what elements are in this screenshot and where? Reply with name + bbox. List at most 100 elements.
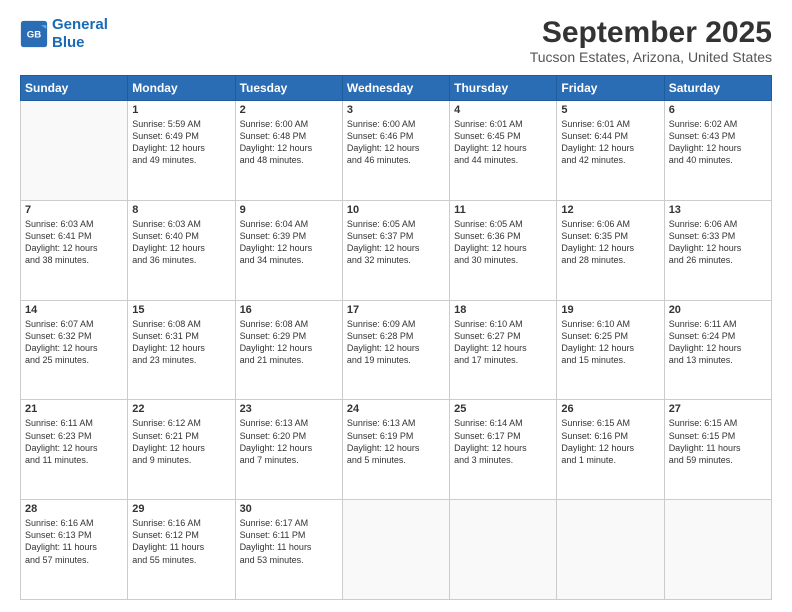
day-number: 15	[132, 304, 230, 316]
day-number: 6	[669, 104, 767, 116]
weekday-header-wednesday: Wednesday	[342, 76, 449, 101]
day-info: Sunrise: 6:00 AMSunset: 6:46 PMDaylight:…	[347, 118, 445, 167]
weekday-header-monday: Monday	[128, 76, 235, 101]
day-number: 10	[347, 204, 445, 216]
day-info: Sunrise: 6:07 AMSunset: 6:32 PMDaylight:…	[25, 318, 123, 367]
day-number: 13	[669, 204, 767, 216]
calendar-cell: 14 Sunrise: 6:07 AMSunset: 6:32 PMDayligh…	[21, 300, 128, 400]
calendar-cell: 27Sunrise: 6:15 AMSunset: 6:15 PMDayligh…	[664, 400, 771, 500]
day-info: Sunrise: 6:08 AMSunset: 6:29 PMDaylight:…	[240, 318, 338, 367]
day-number: 22	[132, 403, 230, 415]
day-info: Sunrise: 6:15 AMSunset: 6:15 PMDaylight:…	[669, 417, 767, 466]
day-info: Sunrise: 6:09 AMSunset: 6:28 PMDaylight:…	[347, 318, 445, 367]
calendar-cell	[342, 500, 449, 600]
header: GB General Blue September 2025 Tucson Es…	[20, 16, 772, 65]
calendar-cell: 3 Sunrise: 6:00 AMSunset: 6:46 PMDaylight…	[342, 101, 449, 201]
day-number: 7	[25, 204, 123, 216]
day-info: Sunrise: 6:03 AMSunset: 6:40 PMDaylight:…	[132, 218, 230, 267]
day-number: 19	[561, 304, 659, 316]
day-info: Sunrise: 6:00 AMSunset: 6:48 PMDaylight:…	[240, 118, 338, 167]
day-info: Sunrise: 6:12 AMSunset: 6:21 PMDaylight:…	[132, 417, 230, 466]
day-info: Sunrise: 6:05 AMSunset: 6:37 PMDaylight:…	[347, 218, 445, 267]
day-number: 5	[561, 104, 659, 116]
logo-text: General Blue	[52, 16, 108, 52]
calendar-cell: 25 Sunrise: 6:14 AMSunset: 6:17 PMDayligh…	[450, 400, 557, 500]
calendar-cell: 15 Sunrise: 6:08 AMSunset: 6:31 PMDayligh…	[128, 300, 235, 400]
calendar-cell: 8Sunrise: 6:03 AMSunset: 6:40 PMDaylight…	[128, 200, 235, 300]
calendar-header: SundayMondayTuesdayWednesdayThursdayFrid…	[21, 76, 772, 101]
calendar-cell	[557, 500, 664, 600]
day-number: 29	[132, 503, 230, 515]
calendar-cell: 10 Sunrise: 6:05 AMSunset: 6:37 PMDayligh…	[342, 200, 449, 300]
week-row: 21 Sunrise: 6:11 AMSunset: 6:23 PMDayligh…	[21, 400, 772, 500]
day-number: 20	[669, 304, 767, 316]
day-info: Sunrise: 6:11 AMSunset: 6:23 PMDaylight:…	[25, 417, 123, 466]
calendar-cell: 29Sunrise: 6:16 AMSunset: 6:12 PMDayligh…	[128, 500, 235, 600]
weekday-row: SundayMondayTuesdayWednesdayThursdayFrid…	[21, 76, 772, 101]
weekday-header-tuesday: Tuesday	[235, 76, 342, 101]
day-number: 26	[561, 403, 659, 415]
day-number: 12	[561, 204, 659, 216]
logo-line1: General	[52, 16, 108, 33]
day-info: Sunrise: 6:13 AMSunset: 6:19 PMDaylight:…	[347, 417, 445, 466]
day-number: 1	[132, 104, 230, 116]
day-info: Sunrise: 6:03 AMSunset: 6:41 PMDaylight:…	[25, 218, 123, 267]
calendar-cell: 2 Sunrise: 6:00 AMSunset: 6:48 PMDaylight…	[235, 101, 342, 201]
calendar-cell	[21, 101, 128, 201]
day-info: Sunrise: 6:06 AMSunset: 6:35 PMDaylight:…	[561, 218, 659, 267]
calendar-cell: 22 Sunrise: 6:12 AMSunset: 6:21 PMDayligh…	[128, 400, 235, 500]
calendar-cell: 23 Sunrise: 6:13 AMSunset: 6:20 PMDayligh…	[235, 400, 342, 500]
calendar-cell: 16 Sunrise: 6:08 AMSunset: 6:29 PMDayligh…	[235, 300, 342, 400]
day-info: Sunrise: 6:01 AMSunset: 6:45 PMDaylight:…	[454, 118, 552, 167]
day-number: 21	[25, 403, 123, 415]
weekday-header-friday: Friday	[557, 76, 664, 101]
day-number: 14	[25, 304, 123, 316]
day-number: 11	[454, 204, 552, 216]
calendar-cell	[664, 500, 771, 600]
svg-text:GB: GB	[27, 30, 41, 41]
weekday-header-sunday: Sunday	[21, 76, 128, 101]
logo-line2: Blue	[52, 34, 85, 51]
calendar-body: 1 Sunrise: 5:59 AMSunset: 6:49 PMDaylight…	[21, 101, 772, 600]
calendar-cell: 4 Sunrise: 6:01 AMSunset: 6:45 PMDaylight…	[450, 101, 557, 201]
calendar-cell: 30 Sunrise: 6:17 AMSunset: 6:11 PMDayligh…	[235, 500, 342, 600]
page: GB General Blue September 2025 Tucson Es…	[0, 0, 792, 612]
day-number: 18	[454, 304, 552, 316]
calendar-cell: 18Sunrise: 6:10 AMSunset: 6:27 PMDayligh…	[450, 300, 557, 400]
calendar-cell: 1 Sunrise: 5:59 AMSunset: 6:49 PMDaylight…	[128, 101, 235, 201]
day-number: 4	[454, 104, 552, 116]
day-info: Sunrise: 6:05 AMSunset: 6:36 PMDaylight:…	[454, 218, 552, 267]
day-number: 9	[240, 204, 338, 216]
day-info: Sunrise: 6:08 AMSunset: 6:31 PMDaylight:…	[132, 318, 230, 367]
day-number: 30	[240, 503, 338, 515]
day-info: Sunrise: 6:16 AMSunset: 6:13 PMDaylight:…	[25, 517, 123, 566]
day-info: Sunrise: 6:14 AMSunset: 6:17 PMDaylight:…	[454, 417, 552, 466]
day-number: 23	[240, 403, 338, 415]
calendar-cell: 9 Sunrise: 6:04 AMSunset: 6:39 PMDaylight…	[235, 200, 342, 300]
month-title: September 2025	[530, 16, 772, 49]
day-info: Sunrise: 6:13 AMSunset: 6:20 PMDaylight:…	[240, 417, 338, 466]
day-info: Sunrise: 6:10 AMSunset: 6:25 PMDaylight:…	[561, 318, 659, 367]
day-number: 3	[347, 104, 445, 116]
week-row: 1 Sunrise: 5:59 AMSunset: 6:49 PMDaylight…	[21, 101, 772, 201]
day-number: 16	[240, 304, 338, 316]
calendar-cell: 28 Sunrise: 6:16 AMSunset: 6:13 PMDayligh…	[21, 500, 128, 600]
calendar-cell: 19 Sunrise: 6:10 AMSunset: 6:25 PMDayligh…	[557, 300, 664, 400]
day-info: Sunrise: 6:04 AMSunset: 6:39 PMDaylight:…	[240, 218, 338, 267]
day-info: Sunrise: 5:59 AMSunset: 6:49 PMDaylight:…	[132, 118, 230, 167]
title-area: September 2025 Tucson Estates, Arizona, …	[530, 16, 772, 65]
day-number: 28	[25, 503, 123, 515]
calendar-cell: 11 Sunrise: 6:05 AMSunset: 6:36 PMDayligh…	[450, 200, 557, 300]
calendar-cell: 21 Sunrise: 6:11 AMSunset: 6:23 PMDayligh…	[21, 400, 128, 500]
day-info: Sunrise: 6:15 AMSunset: 6:16 PMDaylight:…	[561, 417, 659, 466]
day-info: Sunrise: 6:06 AMSunset: 6:33 PMDaylight:…	[669, 218, 767, 267]
week-row: 7 Sunrise: 6:03 AMSunset: 6:41 PMDaylight…	[21, 200, 772, 300]
day-info: Sunrise: 6:11 AMSunset: 6:24 PMDaylight:…	[669, 318, 767, 367]
calendar: SundayMondayTuesdayWednesdayThursdayFrid…	[20, 75, 772, 600]
day-number: 17	[347, 304, 445, 316]
logo: GB General Blue	[20, 16, 108, 52]
day-number: 25	[454, 403, 552, 415]
calendar-cell: 17 Sunrise: 6:09 AMSunset: 6:28 PMDayligh…	[342, 300, 449, 400]
day-info: Sunrise: 6:17 AMSunset: 6:11 PMDaylight:…	[240, 517, 338, 566]
day-number: 2	[240, 104, 338, 116]
